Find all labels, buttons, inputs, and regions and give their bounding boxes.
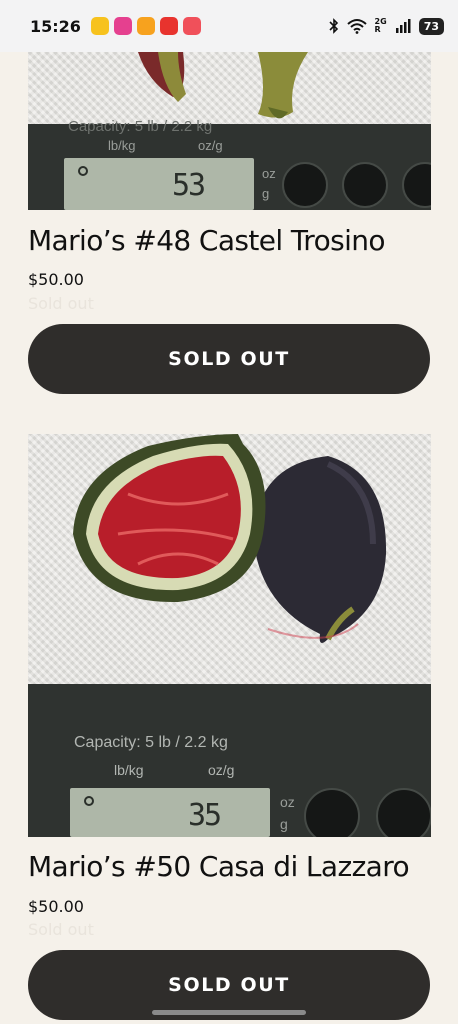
scale-unit-oz: oz [280, 794, 295, 810]
scale-body: Capacity: 5 lb / 2.2 kg lb/kg oz/g 53 oz… [28, 118, 431, 210]
app-notification-icon [90, 17, 109, 35]
status-bar: 15:26 2G R 73 [0, 0, 458, 52]
scale-button [304, 788, 360, 837]
product-price: $50.00 [28, 270, 84, 289]
notification-icons [90, 17, 201, 35]
battery-indicator: 73 [418, 17, 444, 35]
app-notification-icon [159, 17, 178, 35]
status-time: 15:26 [30, 16, 81, 36]
fig-illustration [73, 434, 387, 643]
bluetooth-icon [328, 18, 338, 34]
sold-out-note: Sold out [28, 294, 94, 313]
scale-unit-left: lb/kg [108, 138, 136, 153]
sold-out-button[interactable]: SOLD OUT [28, 324, 430, 394]
network-type: 2G R [375, 18, 387, 34]
scale-unit-right: oz/g [198, 138, 223, 153]
scale-body: Capacity: 5 lb / 2.2 kg lb/kg oz/g 35 oz… [28, 684, 431, 837]
scale-capacity-label: Capacity: 5 lb / 2.2 kg [68, 118, 213, 135]
scale-reading: 53 [172, 168, 206, 203]
app-notification-icon [182, 17, 201, 35]
scale-unit-oz: oz [262, 166, 276, 181]
scale-unit-left: lb/kg [114, 762, 144, 778]
scale-indicator-dot [84, 796, 94, 806]
scale-button [342, 162, 388, 208]
app-notification-icon [136, 17, 155, 35]
scale-display: 35 [70, 788, 270, 837]
scale-capacity-label: Capacity: 5 lb / 2.2 kg [74, 734, 228, 751]
scale-button [402, 162, 431, 208]
scale-unit-g: g [262, 186, 270, 201]
product-price: $50.00 [28, 897, 84, 916]
product-image[interactable]: Capacity: 5 lb / 2.2 kg lb/kg oz/g 53 oz… [28, 52, 431, 210]
product-title[interactable]: Mario’s #48 Castel Trosino [28, 224, 386, 257]
scale-unit-right: oz/g [208, 762, 235, 778]
scale-indicator-dot [78, 166, 88, 176]
roaming-label: R [374, 25, 381, 34]
scale-reading: 35 [188, 798, 222, 833]
home-indicator[interactable] [152, 1010, 306, 1015]
scale-button [376, 788, 431, 837]
app-notification-icon [113, 17, 132, 35]
product-title[interactable]: Mario’s #50 Casa di Lazzaro [28, 850, 410, 883]
product-image[interactable]: Capacity: 5 lb / 2.2 kg lb/kg oz/g 35 oz… [28, 434, 431, 837]
scale-display: 53 [64, 158, 254, 210]
scale-unit-g: g [280, 816, 288, 832]
sold-out-note: Sold out [28, 920, 94, 939]
wifi-icon [346, 19, 367, 34]
signal-icon [395, 19, 411, 33]
scale-button [282, 162, 328, 208]
